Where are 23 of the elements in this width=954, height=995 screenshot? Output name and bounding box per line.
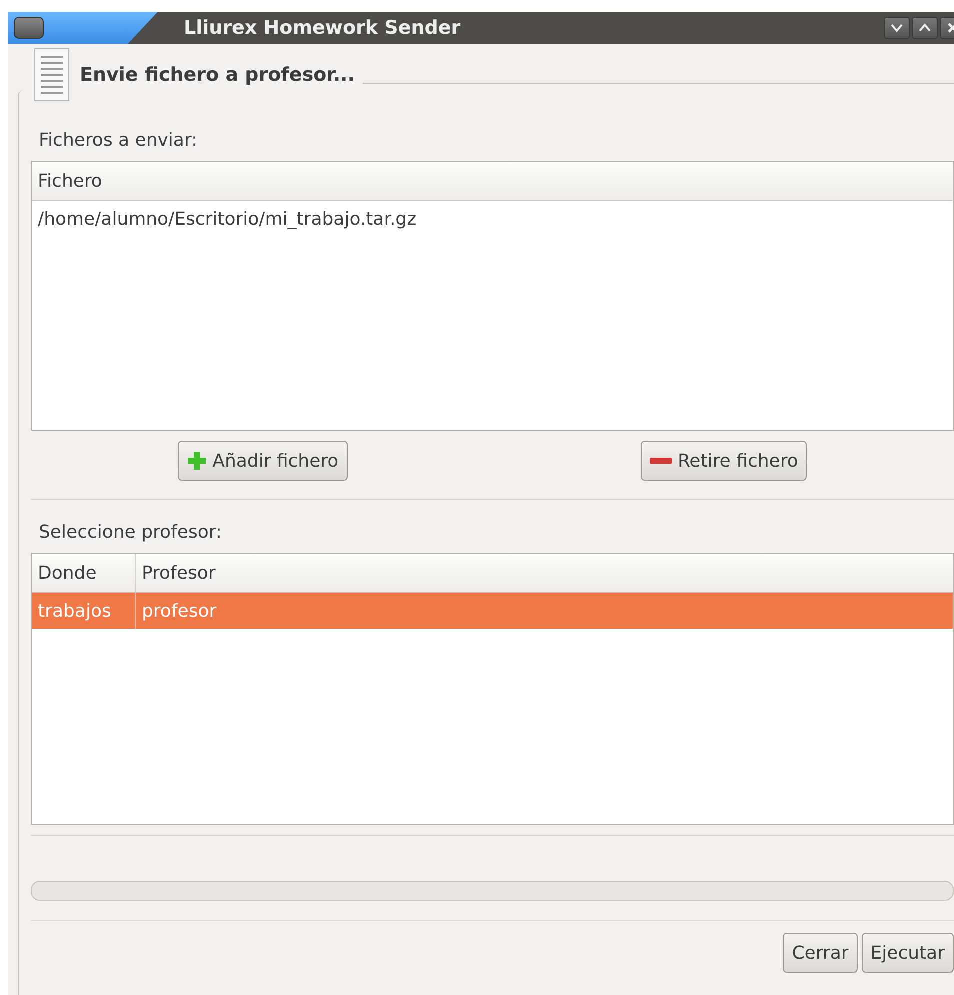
dialog-button[interactable]: Cerrar — [783, 933, 858, 973]
column-header[interactable]: Profesor — [136, 554, 953, 592]
document-icon — [32, 47, 72, 103]
window-title: Lliurex Homework Sender — [184, 17, 462, 39]
minimize-button[interactable] — [884, 17, 910, 39]
table-cell: trabajos — [32, 593, 136, 629]
chevron-down-icon — [890, 23, 904, 33]
chevron-up-icon — [918, 23, 932, 33]
column-header[interactable]: Donde — [32, 554, 136, 592]
maximize-button[interactable] — [912, 17, 938, 39]
section-label: Seleccione profesor: — [38, 521, 223, 545]
table-cell-text: profesor — [141, 600, 218, 624]
section-title: Envie fichero a profesor... — [80, 64, 355, 86]
section-label: Ficheros a enviar: — [38, 129, 199, 153]
remove-file-button[interactable]: Retire fichero — [640, 441, 808, 481]
plus-icon — [186, 451, 207, 471]
add-file-button[interactable]: Añadir fichero — [178, 441, 348, 481]
table-row[interactable]: /home/alumno/Escritorio/mi_trabajo.tar.gz — [32, 201, 953, 237]
table-cell-text: /home/alumno/Escritorio/mi_trabajo.tar.gz — [37, 208, 418, 232]
dialog-button[interactable]: Ejecutar — [862, 933, 954, 973]
column-header[interactable]: Fichero — [32, 162, 953, 200]
minus-icon — [650, 458, 672, 464]
window-menu-button[interactable] — [14, 17, 44, 39]
